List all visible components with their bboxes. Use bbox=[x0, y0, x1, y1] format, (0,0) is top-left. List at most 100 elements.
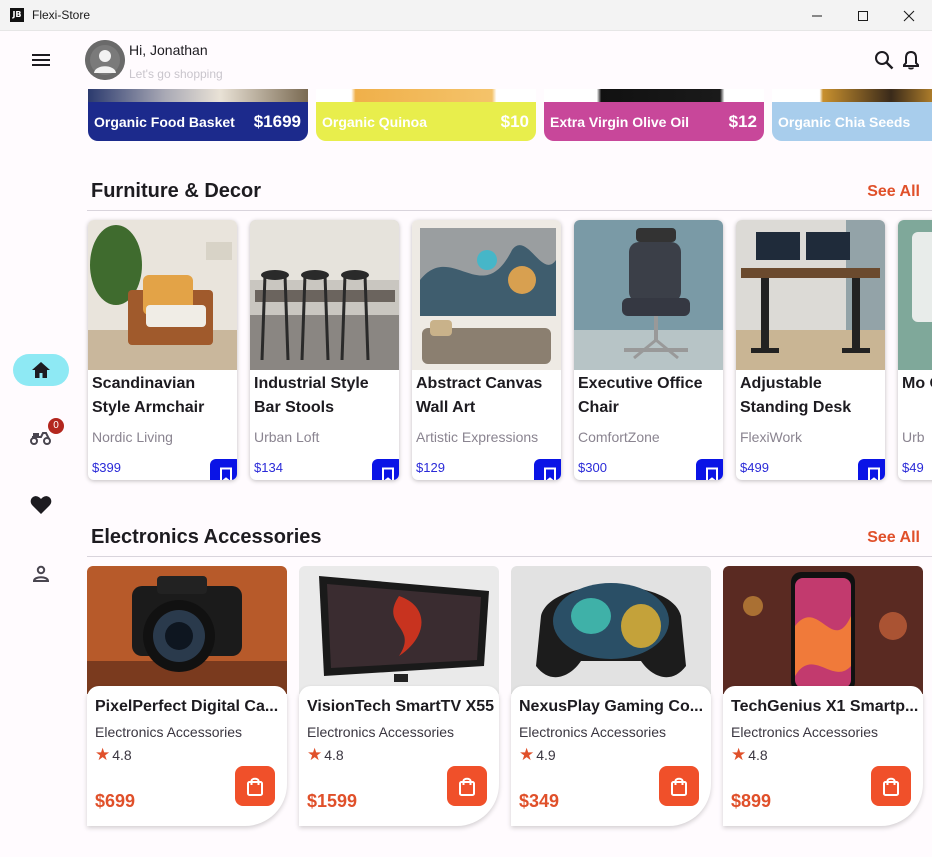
star-icon: ★ bbox=[95, 745, 111, 764]
star-icon: ★ bbox=[731, 745, 747, 764]
nav-item-favorites[interactable] bbox=[13, 489, 69, 521]
product-name: PixelPerfect Digital Ca... bbox=[95, 698, 279, 715]
product-category: Electronics Accessories bbox=[519, 724, 667, 740]
product-brand: Artistic Expressions bbox=[416, 429, 539, 445]
bookmark-button[interactable] bbox=[210, 459, 237, 480]
delivery-badge: 0 bbox=[48, 418, 64, 434]
product-name: Abstract Canvas Wall Art bbox=[416, 375, 543, 416]
organic-image bbox=[316, 89, 536, 102]
window-titlebar: JB Flexi-Store bbox=[0, 0, 932, 31]
bookmark-button[interactable] bbox=[858, 459, 885, 480]
add-to-cart-button[interactable] bbox=[447, 766, 487, 806]
divider bbox=[87, 210, 932, 211]
organic-name: Organic Chia Seeds bbox=[778, 113, 911, 130]
bookmark-icon bbox=[706, 467, 718, 480]
product-price: $49 bbox=[902, 460, 924, 475]
product-name: TechGenius X1 Smartp... bbox=[731, 698, 919, 715]
product-rating: ★ 4.8 bbox=[95, 745, 132, 765]
main-content: Organic Food Basket $1699 Organic Quinoa… bbox=[80, 31, 932, 857]
bookmark-icon bbox=[382, 467, 394, 480]
hamburger-icon bbox=[32, 54, 50, 66]
app-root: 0 Hi, Jonathan Let's go shopping Organic bbox=[0, 31, 932, 857]
product-card[interactable]: VisionTech SmartTV X55 Electronics Acces… bbox=[299, 566, 499, 826]
organic-name: Organic Quinoa bbox=[322, 113, 428, 130]
rating-value: 4.8 bbox=[748, 747, 768, 763]
product-category: Electronics Accessories bbox=[95, 724, 243, 740]
product-price: $129 bbox=[416, 460, 445, 475]
product-card[interactable]: Industrial Style Bar Stools Urban Loft $… bbox=[250, 220, 399, 480]
organic-label-bar: Organic Chia Seeds bbox=[772, 102, 932, 141]
nav-item-profile[interactable] bbox=[13, 558, 69, 590]
bookmark-icon bbox=[868, 467, 880, 480]
organic-name: Extra Virgin Olive Oil bbox=[550, 113, 690, 130]
organic-card[interactable]: Organic Food Basket $1699 bbox=[88, 89, 308, 141]
product-card[interactable]: Executive Office Chair ComfortZone $300 bbox=[574, 220, 723, 480]
product-brand: FlexiWork bbox=[740, 429, 802, 445]
organic-label-bar: Organic Quinoa $10 bbox=[316, 102, 536, 141]
minimize-button[interactable] bbox=[794, 0, 840, 31]
see-all-electronics-link[interactable]: See All bbox=[867, 529, 920, 547]
organic-name: Organic Food Basket bbox=[94, 113, 235, 130]
bookmark-button[interactable] bbox=[534, 459, 561, 480]
product-card-body: PixelPerfect Digital Ca... Electronics A… bbox=[87, 686, 287, 826]
window-title: Flexi-Store bbox=[32, 8, 91, 22]
product-card[interactable]: Abstract Canvas Wall Art Artistic Expres… bbox=[412, 220, 561, 480]
shopping-bag-icon bbox=[883, 777, 899, 796]
organic-label-bar: Organic Food Basket $1699 bbox=[88, 102, 308, 141]
product-card-body: VisionTech SmartTV X55 Electronics Acces… bbox=[299, 686, 499, 826]
shopping-bag-icon bbox=[247, 777, 263, 796]
organic-label-bar: Extra Virgin Olive Oil $12 bbox=[544, 102, 764, 141]
product-card[interactable]: NexusPlay Gaming Co... Electronics Acces… bbox=[511, 566, 711, 826]
product-category: Electronics Accessories bbox=[731, 724, 879, 740]
shopping-bag-icon bbox=[459, 777, 475, 796]
product-name: NexusPlay Gaming Co... bbox=[519, 698, 704, 715]
product-price: $699 bbox=[95, 791, 136, 811]
rating-value: 4.8 bbox=[112, 747, 132, 763]
rating-value: 4.8 bbox=[324, 747, 344, 763]
product-image bbox=[250, 220, 399, 370]
product-rating: ★ 4.8 bbox=[731, 745, 768, 765]
star-icon: ★ bbox=[519, 745, 535, 764]
shopping-bag-icon bbox=[671, 777, 687, 796]
bookmark-button[interactable] bbox=[372, 459, 399, 480]
organic-price: $10 bbox=[500, 111, 529, 131]
see-all-furniture-link[interactable]: See All bbox=[867, 183, 920, 201]
menu-button[interactable] bbox=[29, 49, 53, 71]
product-card[interactable]: PixelPerfect Digital Ca... Electronics A… bbox=[87, 566, 287, 826]
product-price: $499 bbox=[740, 460, 769, 475]
product-brand: Urban Loft bbox=[254, 429, 320, 445]
close-button[interactable] bbox=[886, 0, 932, 31]
product-name: Executive Office Chair bbox=[578, 375, 703, 416]
organic-image bbox=[772, 89, 932, 102]
product-image bbox=[87, 566, 287, 694]
product-image bbox=[736, 220, 885, 370]
product-card[interactable]: TechGenius X1 Smartp... Electronics Acce… bbox=[723, 566, 923, 826]
product-name: Scandinavian Style Armchair bbox=[92, 375, 205, 416]
product-card[interactable]: Adjustable Standing Desk FlexiWork $499 bbox=[736, 220, 885, 480]
product-brand: ComfortZone bbox=[578, 429, 660, 445]
app-logo-icon: JB bbox=[10, 8, 24, 22]
add-to-cart-button[interactable] bbox=[235, 766, 275, 806]
minimize-icon bbox=[812, 15, 822, 16]
product-card[interactable]: Mo Org Urb $49 bbox=[898, 220, 932, 480]
nav-item-home[interactable] bbox=[13, 354, 69, 386]
organic-card[interactable]: Extra Virgin Olive Oil $12 bbox=[544, 89, 764, 141]
maximize-button[interactable] bbox=[840, 0, 886, 31]
bookmark-button[interactable] bbox=[696, 459, 723, 480]
product-image bbox=[412, 220, 561, 370]
nav-item-delivery[interactable]: 0 bbox=[13, 418, 69, 453]
organic-price: $12 bbox=[728, 111, 757, 131]
product-name: VisionTech SmartTV X55 bbox=[307, 698, 495, 715]
organic-card[interactable]: Organic Chia Seeds bbox=[772, 89, 932, 141]
maximize-icon bbox=[858, 10, 868, 21]
product-price: $899 bbox=[731, 791, 772, 811]
organic-card[interactable]: Organic Quinoa $10 bbox=[316, 89, 536, 141]
add-to-cart-button[interactable] bbox=[871, 766, 911, 806]
navigation-rail: 0 bbox=[0, 31, 80, 857]
product-image bbox=[511, 566, 711, 694]
product-card[interactable]: Scandinavian Style Armchair Nordic Livin… bbox=[88, 220, 237, 480]
add-to-cart-button[interactable] bbox=[659, 766, 699, 806]
product-image bbox=[299, 566, 499, 694]
star-icon: ★ bbox=[307, 745, 323, 764]
product-image bbox=[723, 566, 923, 694]
